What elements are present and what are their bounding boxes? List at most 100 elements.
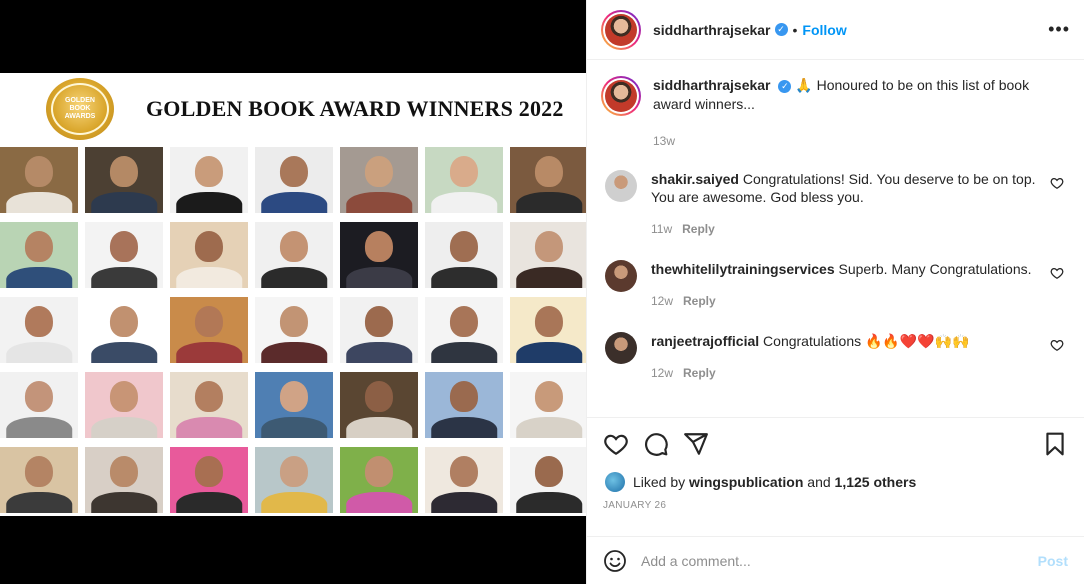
- winner-photo: [255, 222, 333, 288]
- winner-photo: [425, 222, 503, 288]
- caption-text-block: siddharthrajsekar ✓ 🙏 Honoured to be on …: [653, 76, 1063, 116]
- winner-photo: [510, 372, 586, 438]
- winner-photo: [170, 222, 248, 288]
- winner-photo: [0, 447, 78, 513]
- winner-photo: [510, 147, 586, 213]
- caption-avatar[interactable]: [601, 76, 641, 116]
- add-comment-input[interactable]: [641, 552, 1021, 569]
- winner-photo: [170, 147, 248, 213]
- save-bookmark-icon[interactable]: [1042, 431, 1068, 457]
- separator-dot: •: [792, 21, 798, 38]
- seal-text: GOLDEN BOOK AWARDS: [64, 97, 96, 120]
- post-comment-button[interactable]: Post: [1038, 553, 1068, 569]
- post-image[interactable]: GOLDEN BOOK AWARDS GOLDEN BOOK AWARD WIN…: [0, 73, 586, 516]
- winner-photo: [255, 372, 333, 438]
- comment-time: 12w: [651, 294, 674, 308]
- comment-list: shakir.saiyed Congratulations! Sid. You …: [601, 170, 1070, 382]
- winner-photo: [425, 297, 503, 363]
- like-heart-icon[interactable]: [603, 431, 629, 457]
- comment-text-block: thewhitelilytrainingservices Superb. Man…: [651, 260, 1061, 310]
- author-avatar[interactable]: [601, 9, 641, 50]
- and-label: and: [807, 474, 831, 490]
- comment-item: thewhitelilytrainingservices Superb. Man…: [601, 260, 1070, 310]
- comment-meta: 12w Reply: [651, 364, 1061, 382]
- comment-username[interactable]: thewhitelilytrainingservices: [651, 261, 835, 277]
- image-header: GOLDEN BOOK AWARDS GOLDEN BOOK AWARD WIN…: [0, 73, 586, 145]
- winner-photo: [170, 297, 248, 363]
- comment-time: 11w: [651, 222, 673, 236]
- comment-like-heart-icon[interactable]: [1050, 338, 1064, 352]
- winner-photo: [0, 222, 78, 288]
- winner-photo: [510, 222, 586, 288]
- liked-by-prefix: Liked by: [633, 474, 686, 490]
- post-caption: siddharthrajsekar ✓ 🙏 Honoured to be on …: [601, 76, 1070, 116]
- instagram-post-modal: GOLDEN BOOK AWARDS GOLDEN BOOK AWARD WIN…: [0, 0, 1084, 584]
- winner-photo: [170, 447, 248, 513]
- comment-username[interactable]: ranjeetrajofficial: [651, 333, 759, 349]
- winner-photo: [510, 297, 586, 363]
- reply-button[interactable]: Reply: [683, 294, 716, 308]
- winner-photo: [255, 147, 333, 213]
- add-comment-bar: Post: [587, 536, 1084, 584]
- winner-photo: [340, 222, 418, 288]
- comment-text-block: ranjeetrajofficial Congratulations 🔥🔥❤️❤…: [651, 332, 1061, 382]
- post-media-panel: GOLDEN BOOK AWARDS GOLDEN BOOK AWARD WIN…: [0, 0, 586, 584]
- comment-text: Congratulations 🔥🔥❤️❤️🙌🙌: [763, 333, 970, 349]
- winner-photo: [85, 447, 163, 513]
- commenter-avatar[interactable]: [605, 260, 637, 292]
- comment-meta: 11w Reply: [651, 220, 1061, 238]
- follow-button[interactable]: Follow: [802, 22, 846, 38]
- winner-photo: [340, 147, 418, 213]
- winner-photo: [510, 447, 586, 513]
- commenter-avatar[interactable]: [605, 332, 637, 364]
- liked-by-user[interactable]: wingspublication: [689, 474, 803, 490]
- post-date: JANUARY 26: [603, 500, 667, 511]
- comment-text-block: shakir.saiyed Congratulations! Sid. You …: [651, 170, 1061, 238]
- caption-username[interactable]: siddharthrajsekar: [653, 77, 771, 93]
- reply-button[interactable]: Reply: [682, 222, 715, 236]
- liker-avatar[interactable]: [605, 472, 625, 492]
- caption-time: 13w: [653, 134, 676, 148]
- comment-username[interactable]: shakir.saiyed: [651, 171, 739, 187]
- comment-like-heart-icon[interactable]: [1050, 176, 1064, 190]
- post-header: siddharthrajsekar ✓ • Follow •••: [587, 0, 1084, 60]
- winner-photo: [255, 447, 333, 513]
- commenter-avatar[interactable]: [605, 170, 637, 202]
- winner-photo: [255, 297, 333, 363]
- winner-photo: [340, 297, 418, 363]
- comments-section[interactable]: siddharthrajsekar ✓ 🙏 Honoured to be on …: [587, 60, 1084, 418]
- winner-photo: [425, 447, 503, 513]
- more-options-icon[interactable]: •••: [1048, 19, 1070, 40]
- winner-photo: [340, 372, 418, 438]
- author-username[interactable]: siddharthrajsekar: [653, 22, 771, 38]
- winner-photo: [425, 147, 503, 213]
- comment-like-heart-icon[interactable]: [1050, 266, 1064, 280]
- winner-photo: [0, 297, 78, 363]
- likes-summary: Liked by wingspublication and 1,125 othe…: [587, 470, 1084, 494]
- winner-photo: [85, 297, 163, 363]
- winner-photo: [0, 372, 78, 438]
- comment-icon[interactable]: [643, 431, 669, 457]
- comment-text: Superb. Many Congratulations.: [838, 261, 1032, 277]
- share-icon[interactable]: [683, 431, 709, 457]
- winner-photo: [85, 147, 163, 213]
- verified-badge-icon: ✓: [778, 80, 792, 93]
- verified-badge-icon: ✓: [774, 23, 788, 36]
- comment-item: shakir.saiyed Congratulations! Sid. You …: [601, 170, 1070, 238]
- comment-time: 12w: [651, 366, 674, 380]
- winner-photo: [85, 372, 163, 438]
- likes-others-count[interactable]: 1,125 others: [835, 474, 917, 490]
- winner-photo: [425, 372, 503, 438]
- comment-item: ranjeetrajofficial Congratulations 🔥🔥❤️❤…: [601, 332, 1070, 382]
- image-title: GOLDEN BOOK AWARD WINNERS 2022: [146, 96, 564, 121]
- emoji-icon[interactable]: [603, 549, 627, 573]
- winner-photo: [170, 372, 248, 438]
- winner-photo: [0, 147, 78, 213]
- action-bar: [587, 418, 1084, 470]
- comment-meta: 12w Reply: [651, 292, 1061, 310]
- winner-photo: [340, 447, 418, 513]
- golden-book-awards-seal: GOLDEN BOOK AWARDS: [46, 78, 114, 140]
- winner-photo: [85, 222, 163, 288]
- post-sidebar: siddharthrajsekar ✓ • Follow ••• siddhar…: [586, 0, 1084, 584]
- reply-button[interactable]: Reply: [683, 366, 716, 380]
